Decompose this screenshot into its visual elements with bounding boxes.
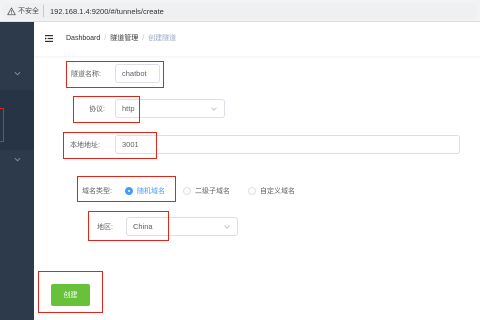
breadcrumb-separator: / bbox=[142, 35, 145, 42]
url-field[interactable]: 不安全 192.168.1.4:9200/#/tunnels/create bbox=[2, 3, 478, 19]
breadcrumb-separator: / bbox=[104, 35, 107, 42]
highlight-box bbox=[63, 132, 157, 159]
hamburger-icon[interactable] bbox=[45, 35, 53, 42]
url-text[interactable]: 192.168.1.4:9200/#/tunnels/create bbox=[50, 7, 164, 16]
highlight-box bbox=[66, 61, 164, 88]
warning-icon bbox=[7, 6, 16, 15]
radio-label: 二级子域名 bbox=[195, 188, 230, 195]
radio-custom-domain[interactable]: 自定义域名 bbox=[248, 186, 295, 196]
dropdown-arrow-icon bbox=[224, 225, 230, 229]
breadcrumb-current: 创建隧道 bbox=[148, 35, 177, 42]
breadcrumb: Dashboard / 隧道管理 / 创建隧道 bbox=[66, 34, 176, 44]
highlight-box bbox=[77, 176, 176, 202]
sidebar bbox=[0, 22, 34, 320]
sidebar-menu-item-active[interactable] bbox=[0, 90, 34, 150]
chevron-down-icon bbox=[14, 71, 20, 76]
highlight-box bbox=[38, 271, 103, 313]
highlight-box bbox=[73, 96, 140, 123]
highlight-box bbox=[88, 211, 169, 241]
browser-address-bar: 不安全 192.168.1.4:9200/#/tunnels/create bbox=[0, 0, 480, 22]
dropdown-arrow-icon bbox=[211, 107, 217, 111]
radio-subdomain[interactable]: 二级子域名 bbox=[183, 186, 230, 196]
sidebar-menu-item[interactable] bbox=[0, 152, 34, 168]
sidebar-menu-item[interactable] bbox=[0, 66, 34, 82]
radio-dot bbox=[183, 187, 191, 195]
highlight-box bbox=[0, 108, 4, 142]
radio-dot bbox=[248, 187, 256, 195]
local-address-input[interactable]: 3001 bbox=[115, 135, 460, 154]
radio-label: 自定义域名 bbox=[260, 188, 295, 195]
breadcrumb-dashboard[interactable]: Dashboard bbox=[66, 34, 100, 44]
navbar: Dashboard / 隧道管理 / 创建隧道 bbox=[34, 22, 480, 56]
breadcrumb-tunnels[interactable]: 隧道管理 bbox=[110, 34, 138, 44]
chevron-down-icon bbox=[14, 157, 20, 162]
security-label: 不安全 bbox=[18, 8, 39, 15]
site-info-button[interactable]: 不安全 bbox=[5, 5, 44, 17]
